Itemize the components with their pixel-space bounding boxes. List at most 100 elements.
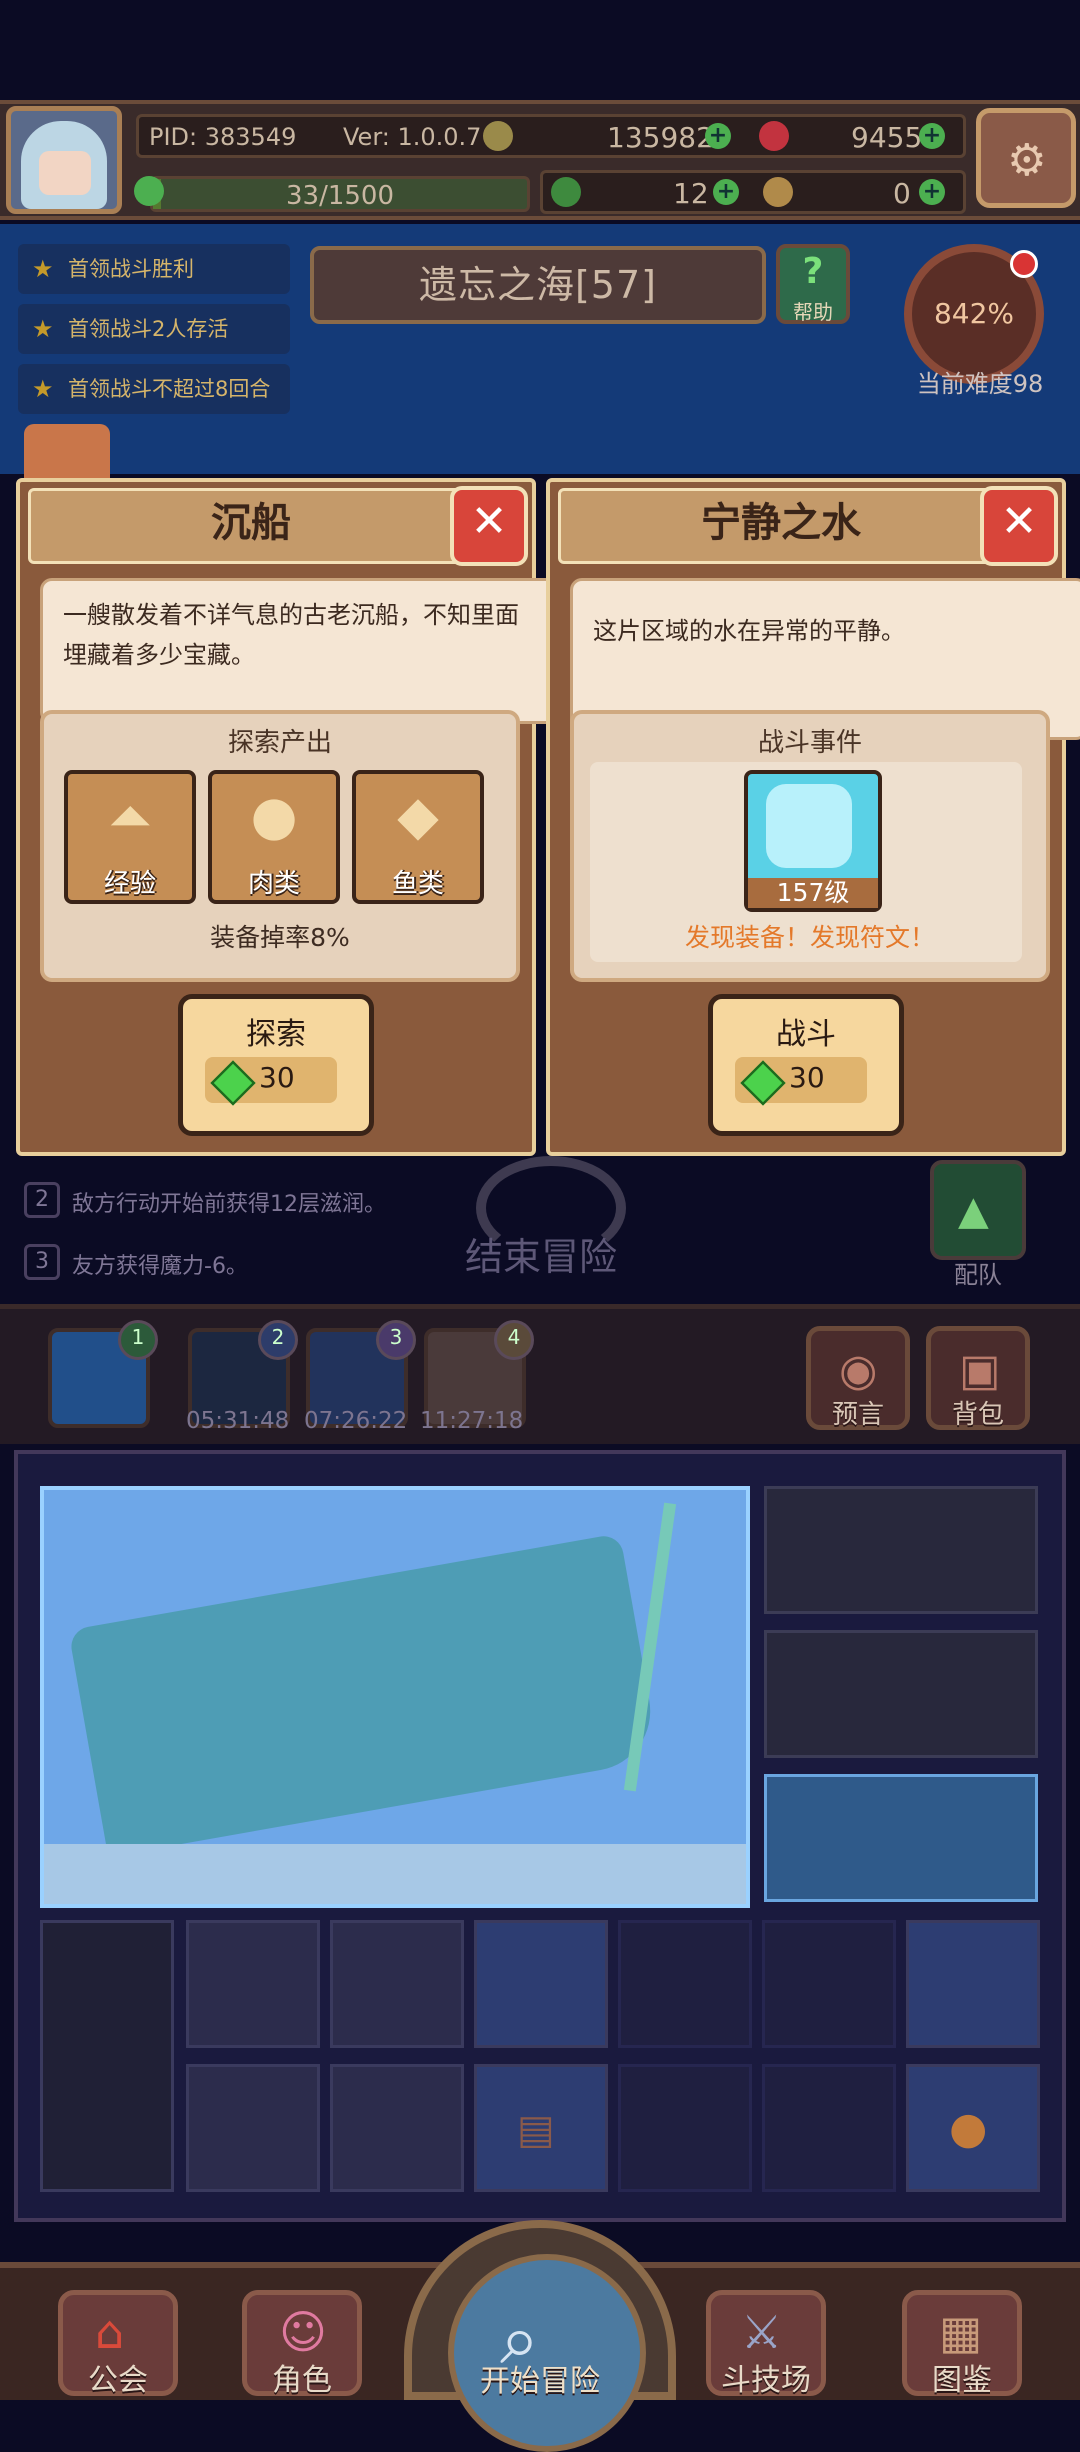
book-icon: ▦: [939, 2305, 983, 2359]
calm-water-tile[interactable]: [764, 1774, 1038, 1902]
map-tile-empty: [618, 2064, 752, 2192]
add-clover-button[interactable]: +: [713, 179, 739, 205]
map-tile[interactable]: ●: [906, 2064, 1040, 2192]
crystal-ball-icon: ◉: [839, 1345, 878, 1396]
star-icon: ★: [32, 315, 54, 343]
player-avatar[interactable]: [6, 106, 122, 214]
map-tile[interactable]: [764, 1486, 1038, 1614]
bag-icon: [763, 177, 793, 207]
nav-character[interactable]: ☺ 角色: [242, 2290, 362, 2398]
end-adventure-button[interactable]: 结束冒险: [456, 1156, 626, 1279]
star-icon: ★: [32, 375, 54, 403]
nav-start-adventure[interactable]: ⌕ 开始冒险: [404, 2220, 676, 2452]
character-icon: ☺: [279, 2305, 327, 2359]
stamina-text: 33/1500: [285, 181, 394, 211]
zone-title: 遗忘之海[57]: [310, 246, 766, 324]
bag-amount: 0: [893, 177, 911, 210]
settings-button[interactable]: ⚙: [976, 108, 1076, 208]
map-tile-empty: [762, 1920, 896, 2048]
add-bag-button[interactable]: +: [919, 179, 945, 205]
question-icon: ?: [802, 251, 824, 292]
treasure-tile[interactable]: ▤: [474, 2064, 608, 2192]
gem-icon: [740, 1060, 786, 1106]
reward-label: 肉类: [247, 869, 300, 899]
close-button[interactable]: ✕: [980, 486, 1058, 566]
treasure-chest-icon: ▤: [517, 2107, 555, 2153]
stamina-leaf-icon: [134, 176, 164, 206]
event-reward-text: 发现装备！发现符文！: [684, 923, 935, 952]
reward-label: 鱼类: [391, 869, 444, 899]
ruby-amount: 9455: [851, 121, 923, 154]
quest-item-2[interactable]: ★ 首领战斗2人存活: [18, 304, 290, 354]
nav-label: 斗技场: [721, 2363, 811, 2398]
nav-arena[interactable]: ⚔ 斗技场: [706, 2290, 826, 2398]
card-description: 一艘散发着不详气息的古老沉船，不知里面埋藏着多少宝藏。: [40, 578, 558, 724]
rewards-title: 探索产出: [227, 728, 332, 758]
map-tile[interactable]: [906, 1920, 1040, 2048]
map-tile[interactable]: [330, 2064, 464, 2192]
map-tile[interactable]: [186, 1920, 320, 2048]
crossed-swords-icon: ⚔: [741, 2305, 783, 2359]
map-slot-1[interactable]: 1: [48, 1320, 158, 1428]
tip-text: 友方获得魔力-6。: [72, 1254, 248, 1279]
reward-slot-exp[interactable]: ⏶ 经验: [64, 770, 196, 904]
reward-slot-meat[interactable]: ● 肉类: [208, 770, 340, 904]
help-label: 帮助: [793, 300, 833, 324]
slot-timer: 11:27:18: [420, 1408, 524, 1434]
gold-amount: 135982: [607, 121, 714, 154]
rewards-panel: 探索产出 ⏶ 经验 ● 肉类 ◆ 鱼类 装备掉率8%: [40, 710, 520, 982]
prophecy-button[interactable]: ◉ 预言: [806, 1326, 910, 1430]
add-ruby-button[interactable]: +: [919, 123, 945, 149]
card-header: 宁静之水: [558, 488, 1004, 564]
slot-timer: 07:26:22: [304, 1408, 408, 1434]
enemy-level: 157级: [748, 878, 878, 908]
fight-button[interactable]: 战斗 30: [708, 994, 904, 1136]
map-tile[interactable]: [40, 1920, 174, 2192]
clover-icon: [551, 177, 581, 207]
shipwreck-tile[interactable]: [40, 1486, 750, 1908]
gear-icon: ⚙: [1007, 135, 1047, 186]
cost-box: 30: [205, 1057, 337, 1106]
guild-icon: ⌂: [95, 2305, 125, 2359]
map-tile[interactable]: [474, 1920, 608, 2048]
version-text: Ver: 1.0.0.7: [343, 123, 482, 151]
backpack-label: 背包: [951, 1400, 1004, 1430]
compass-icon: ⌕: [448, 2254, 646, 2452]
quest-label: 首领战斗胜利: [68, 257, 194, 281]
notification-dot: [1010, 250, 1038, 278]
quest-item-1[interactable]: ★ 首领战斗胜利: [18, 244, 290, 294]
quest-item-3[interactable]: ★ 首领战斗不超过8回合: [18, 364, 290, 414]
quest-label: 首领战斗2人存活: [68, 317, 229, 341]
help-button[interactable]: ? 帮助: [776, 244, 850, 324]
team-button[interactable]: ▲ 配队: [930, 1160, 1026, 1289]
chevron-up-icon: ⏶: [108, 784, 152, 847]
map-tile[interactable]: [764, 1630, 1038, 1758]
reward-slot-fish[interactable]: ◆ 鱼类: [352, 770, 484, 904]
map-tile-empty: [618, 1920, 752, 2048]
battle-title: 战斗事件: [757, 728, 862, 758]
slot-badge: 4: [494, 1320, 534, 1360]
add-gold-button[interactable]: +: [705, 123, 731, 149]
nav-guild[interactable]: ⌂ 公会: [58, 2290, 178, 2398]
enemy-portrait[interactable]: 157级: [744, 770, 882, 912]
backpack-button[interactable]: ▣ 背包: [926, 1326, 1030, 1430]
tip-number: 2: [24, 1182, 60, 1218]
explore-button[interactable]: 探索 30: [178, 994, 374, 1136]
nav-codex[interactable]: ▦ 图鉴: [902, 2290, 1022, 2398]
meat-icon: ●: [250, 784, 298, 847]
slot-row: [0, 1304, 1080, 1444]
slot-badge: 3: [376, 1320, 416, 1360]
card-title: 宁静之水: [701, 500, 861, 546]
explore-label: 探索: [246, 1017, 306, 1052]
gold-coin-icon: [483, 121, 513, 151]
seabed: [44, 1844, 746, 1904]
chest-tab-icon[interactable]: [24, 424, 110, 484]
event-card-calm-water: 宁静之水 ✕ 这片区域的水在异常的平静。 战斗事件 157级 发现装备！发现符文…: [546, 478, 1080, 1156]
map-tile[interactable]: [186, 2064, 320, 2192]
nav-label: 开始冒险: [480, 2364, 600, 2399]
close-button[interactable]: ✕: [450, 486, 528, 566]
slot-timer: 05:31:48: [186, 1408, 290, 1434]
ruby-icon: [759, 121, 789, 151]
map-tile[interactable]: [330, 1920, 464, 2048]
tip-text: 敌方行动开始前获得12层滋润。: [72, 1192, 386, 1217]
